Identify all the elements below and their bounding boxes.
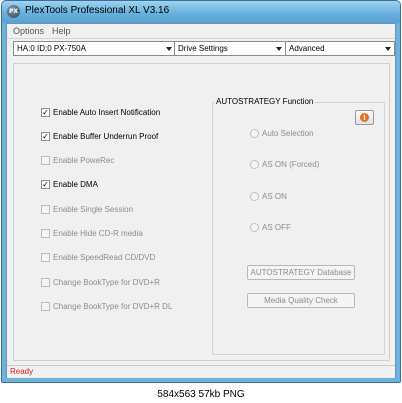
info-button[interactable]: i	[355, 110, 374, 125]
option-label: Enable SpeedRead CD/DVD	[53, 253, 156, 262]
settings-select[interactable]: Drive Settings	[174, 41, 286, 56]
client-area: Options Help HA:0 ID:0 PX-750A Drive Set…	[6, 23, 396, 378]
mode-select[interactable]: Advanced	[285, 41, 395, 56]
checkbox	[41, 302, 50, 311]
menu-help[interactable]: Help	[52, 26, 71, 36]
checkbox	[41, 156, 50, 165]
option-label: Enable Auto Insert Notification	[53, 108, 161, 117]
option-label: Enable DMA	[53, 180, 98, 189]
radio-label: AS ON	[262, 192, 287, 201]
mode-select-value: Advanced	[289, 44, 325, 53]
app-window: PX PlexTools Professional XL V3.16 Optio…	[1, 0, 401, 383]
status-bar: Ready	[7, 365, 395, 378]
drive-select[interactable]: HA:0 ID:0 PX-750A	[13, 41, 176, 56]
option-label: Change BookType for DVD+R DL	[53, 302, 173, 311]
checkbox[interactable]: ✓	[41, 180, 50, 189]
autostrategy-database-button: AUTOSTRATEGY Database	[247, 265, 355, 280]
radio-button	[250, 160, 259, 169]
radio-button	[250, 223, 259, 232]
settings-select-value: Drive Settings	[178, 44, 228, 53]
option-label: Enable Hide CD-R media	[53, 229, 143, 238]
checkbox	[41, 278, 50, 287]
title-bar[interactable]: PX PlexTools Professional XL V3.16	[2, 1, 400, 23]
chevron-down-icon	[276, 47, 282, 51]
checkbox	[41, 205, 50, 214]
option-label: Enable PoweRec	[53, 156, 115, 165]
drive-settings-panel: ✓ Enable Auto Insert Notification ✓ Enab…	[13, 63, 390, 361]
window-title: PlexTools Professional XL V3.16	[25, 5, 170, 16]
checkbox[interactable]: ✓	[41, 108, 50, 117]
radio-label: AS OFF	[262, 223, 291, 232]
status-text: Ready	[10, 367, 34, 376]
radio-label: AS ON (Forced)	[262, 160, 320, 169]
checkbox	[41, 229, 50, 238]
image-caption: 584x563 57kb PNG	[157, 389, 245, 400]
drive-select-value: HA:0 ID:0 PX-750A	[17, 44, 86, 53]
menu-bar: Options Help	[7, 24, 395, 39]
option-label: Change BookType for DVD+R	[53, 278, 160, 287]
radio-label: Auto Selection	[262, 129, 314, 138]
checkbox	[41, 253, 50, 262]
option-label: Enable Buffer Underrun Proof	[53, 132, 159, 141]
plextools-app-icon: PX	[7, 5, 20, 18]
info-icon: i	[360, 113, 369, 122]
chevron-down-icon	[166, 47, 172, 51]
chevron-down-icon	[385, 47, 391, 51]
option-label: Enable Single Session	[53, 205, 134, 214]
radio-button	[250, 129, 259, 138]
checkbox[interactable]: ✓	[41, 132, 50, 141]
menu-options[interactable]: Options	[13, 26, 44, 36]
autostrategy-title: AUTOSTRATEGY Function	[215, 97, 315, 106]
media-quality-check-button: Media Quality Check	[247, 293, 355, 308]
radio-button	[250, 192, 259, 201]
autostrategy-group: AUTOSTRATEGY Function i Auto Selection A…	[212, 97, 385, 355]
